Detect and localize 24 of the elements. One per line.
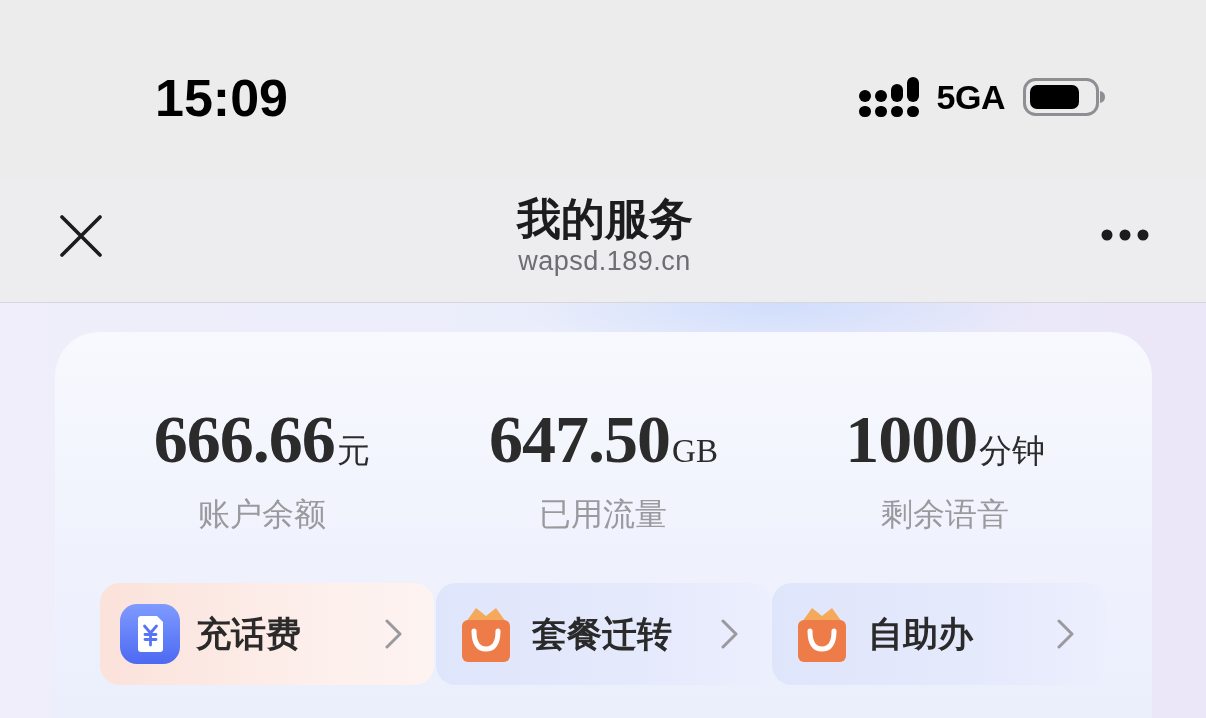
signal-icon	[858, 77, 919, 117]
shopping-bag-icon	[797, 606, 847, 663]
chevron-right-icon	[385, 619, 402, 650]
page-title: 我的服务	[516, 195, 693, 244]
status-time: 15:09	[155, 72, 288, 124]
chevron-right-icon	[1057, 619, 1074, 650]
stat-unit: 分钟	[979, 435, 1046, 468]
battery-icon	[1023, 78, 1105, 116]
stat-unit: 元	[336, 435, 370, 468]
yuan-document-icon	[120, 604, 180, 665]
stat-unit: GB	[672, 435, 718, 468]
shopping-bag-icon	[461, 606, 511, 663]
stat-value: 647.50	[489, 405, 671, 473]
stat-value: 1000	[845, 405, 978, 473]
stat-label: 已用流量	[539, 495, 668, 534]
stat-label: 账户余额	[197, 495, 326, 534]
page-url: wapsd.189.cn	[518, 245, 691, 278]
chevron-right-icon	[721, 619, 738, 650]
stat-label: 剩余语音	[881, 495, 1010, 534]
quick-action-button[interactable]: 充话费	[100, 583, 434, 686]
close-icon[interactable]	[60, 215, 102, 257]
stat-value: 666.66	[153, 405, 335, 473]
network-label: 5GA	[936, 80, 1005, 114]
more-icon[interactable]	[1101, 229, 1149, 241]
